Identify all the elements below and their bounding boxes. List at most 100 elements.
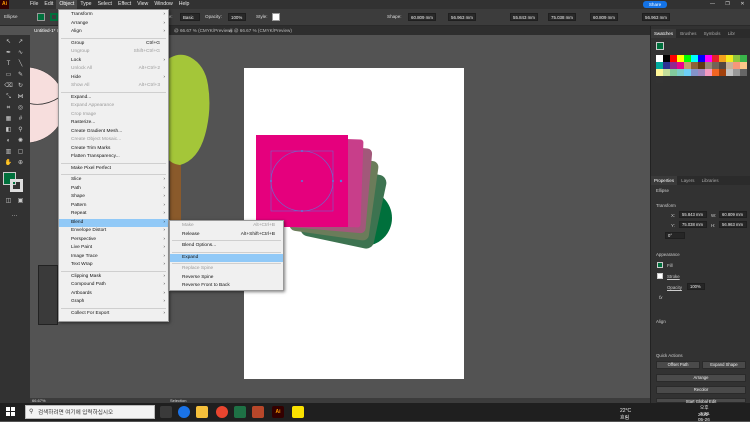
swatch[interactable] xyxy=(684,55,691,62)
menu-select[interactable]: Select xyxy=(95,0,115,9)
menu-item-slice[interactable]: Slice › xyxy=(59,176,168,185)
more-tools-icon[interactable]: … xyxy=(10,211,19,220)
weather-text[interactable]: 22°C 흐림 xyxy=(620,408,631,421)
swatch[interactable] xyxy=(733,62,740,69)
menu-item-unlock-all[interactable]: Unlock All Alt+Ctrl+2 xyxy=(59,65,168,74)
rotate-tool-icon[interactable]: ↻ xyxy=(16,82,25,91)
menu-item-reverse-spine[interactable]: Reverse Spine xyxy=(170,274,283,283)
swatch[interactable] xyxy=(663,62,670,69)
swatch[interactable] xyxy=(677,62,684,69)
x-input[interactable]: 55.843 mm xyxy=(679,211,707,218)
menu-item-expand[interactable]: Expand xyxy=(170,253,283,262)
menu-item-rasterize[interactable]: Rasterize... xyxy=(59,119,168,128)
shape-builder-icon[interactable]: ◎ xyxy=(16,104,25,113)
menu-item-text-wrap[interactable]: Text Wrap › xyxy=(59,261,168,270)
menu-item-ungroup[interactable]: Ungroup Shift+Ctrl+G xyxy=(59,48,168,57)
opacity-input[interactable]: 100% xyxy=(687,283,705,290)
menu-item-lock[interactable]: Lock › xyxy=(59,57,168,66)
stroke-swatch-small[interactable] xyxy=(657,273,663,279)
menu-item-create-object-mosaic[interactable]: Create Object Mosaic... xyxy=(59,136,168,145)
swatch[interactable] xyxy=(733,55,740,62)
powerpoint-icon[interactable] xyxy=(252,406,264,418)
swatch[interactable] xyxy=(691,55,698,62)
recolor-button[interactable]: Recolor xyxy=(656,386,746,394)
swatch[interactable] xyxy=(698,62,705,69)
eraser-tool-icon[interactable]: ⌫ xyxy=(4,82,13,91)
menu-item-shape[interactable]: Shape › xyxy=(59,193,168,202)
menu-item-hide[interactable]: Hide › xyxy=(59,74,168,83)
width-tool-icon[interactable]: ⋈ xyxy=(16,93,25,102)
menu-item-align[interactable]: Align › xyxy=(59,28,168,37)
swatch[interactable] xyxy=(740,62,747,69)
gradient-tool-icon[interactable]: ◧ xyxy=(4,126,13,135)
h-input[interactable]: 56.963 mm xyxy=(719,221,747,228)
minimize-button[interactable]: — xyxy=(705,0,720,9)
menu-item-reverse-front-to-back[interactable]: Reverse Front to Back xyxy=(170,282,283,291)
tab-libraries[interactable]: Libr xyxy=(725,31,738,36)
swatch[interactable] xyxy=(684,62,691,69)
swatch-grid[interactable] xyxy=(656,55,747,97)
menu-object[interactable]: Object xyxy=(56,0,78,9)
paintbrush-icon[interactable]: ✎ xyxy=(16,71,25,80)
menu-item-transform[interactable]: Transform › xyxy=(59,11,168,20)
direct-selection-icon[interactable]: ↗ xyxy=(16,38,25,47)
maximize-button[interactable]: ❐ xyxy=(720,0,735,9)
perspective-grid-icon[interactable]: ▦ xyxy=(4,115,13,124)
swatch[interactable] xyxy=(740,55,747,62)
tab-swatches[interactable]: Swatches xyxy=(651,29,677,38)
swatch[interactable] xyxy=(726,55,733,62)
menu-item-expand-appearance[interactable]: Expand Appearance xyxy=(59,102,168,111)
menu-type[interactable]: Type xyxy=(77,0,94,9)
menu-item-live-paint[interactable]: Live Paint › xyxy=(59,244,168,253)
swatch[interactable] xyxy=(677,69,684,76)
expand-shape-button[interactable]: Expand Shape xyxy=(702,361,746,369)
swatch[interactable] xyxy=(712,62,719,69)
swatch[interactable] xyxy=(726,62,733,69)
swatch[interactable] xyxy=(670,69,677,76)
arrange-button[interactable]: Arrange xyxy=(656,374,746,382)
menu-item-compound-path[interactable]: Compound Path › xyxy=(59,281,168,290)
task-view-icon[interactable] xyxy=(160,406,172,418)
x-field[interactable]: 55.843 mm xyxy=(510,13,538,21)
w-input[interactable]: 60.809 mm xyxy=(719,211,747,218)
screen-mode-icon[interactable]: ▣ xyxy=(16,197,25,206)
y-field[interactable]: 75.038 mm xyxy=(548,13,576,21)
edge-browser-icon[interactable] xyxy=(178,406,190,418)
menu-window[interactable]: Window xyxy=(151,0,175,9)
y-input[interactable]: 75.038 mm xyxy=(679,221,707,228)
swatch[interactable] xyxy=(684,69,691,76)
windows-start-icon[interactable] xyxy=(6,407,15,416)
pen-tool-icon[interactable]: ✒ xyxy=(4,49,13,58)
h-field[interactable]: 56.963 mm xyxy=(642,13,670,21)
menu-item-clipping-mask[interactable]: Clipping Mask › xyxy=(59,273,168,282)
type-tool-icon[interactable]: T xyxy=(4,60,13,69)
tab-symbols[interactable]: Symbols xyxy=(701,31,724,36)
menu-item-make[interactable]: Make Alt+Ctrl+B xyxy=(170,222,283,231)
swatch[interactable] xyxy=(691,62,698,69)
menu-help[interactable]: Help xyxy=(176,0,193,9)
menu-item-release[interactable]: Release Alt+Shift+Ctrl+B xyxy=(170,231,283,240)
swatch[interactable] xyxy=(663,55,670,62)
kakaotalk-icon[interactable] xyxy=(292,406,304,418)
menu-file[interactable]: File xyxy=(27,0,41,9)
artboard-tool-icon[interactable]: ▢ xyxy=(16,148,25,157)
menu-item-pattern[interactable]: Pattern › xyxy=(59,202,168,211)
swatch[interactable] xyxy=(712,55,719,62)
eyedropper-icon[interactable]: ⚲ xyxy=(16,126,25,135)
menu-item-image-trace[interactable]: Image Trace › xyxy=(59,253,168,262)
swatch[interactable] xyxy=(656,55,663,62)
close-button[interactable]: ✕ xyxy=(735,0,750,9)
swatch[interactable] xyxy=(698,55,705,62)
menu-effect[interactable]: Effect xyxy=(115,0,134,9)
swatch[interactable] xyxy=(705,55,712,62)
fill-swatch-small[interactable] xyxy=(657,262,663,268)
stroke-swatch-large[interactable] xyxy=(10,179,23,192)
menu-edit[interactable]: Edit xyxy=(41,0,56,9)
symbol-sprayer-icon[interactable]: ✺ xyxy=(16,137,25,146)
swatch[interactable] xyxy=(719,55,726,62)
menu-item-perspective[interactable]: Perspective › xyxy=(59,236,168,245)
tab-properties[interactable]: Properties xyxy=(651,176,678,185)
share-button[interactable]: Share xyxy=(643,1,667,8)
document-tab[interactable]: ai @ 66.67 % (CMYK/Preview) xyxy=(225,26,296,35)
menu-item-arrange[interactable]: Arrange › xyxy=(59,20,168,29)
